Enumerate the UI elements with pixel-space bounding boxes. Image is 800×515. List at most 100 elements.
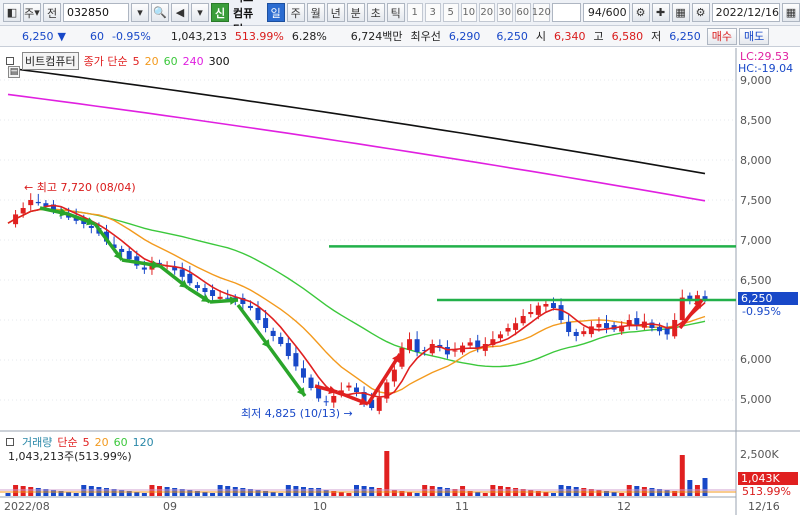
grid-icon[interactable]: ▦ <box>671 3 690 22</box>
market-prefix-label: 주 <box>24 6 35 20</box>
volume-bar <box>391 490 397 496</box>
candle-body <box>285 343 291 356</box>
code-dropdown-icon[interactable]: ▾ <box>131 3 149 22</box>
period-tab-minute[interactable]: 분 <box>346 3 365 22</box>
interval-30[interactable]: 30 <box>496 3 513 22</box>
volume-bar <box>543 492 549 496</box>
candle-body <box>407 339 413 350</box>
sell-button[interactable]: 매도 <box>739 27 770 45</box>
high-annotation: ← 최고 7,720 (08/04) <box>24 181 136 194</box>
interval-1[interactable]: 1 <box>406 3 423 22</box>
candle-body <box>520 316 526 324</box>
interval-3[interactable]: 3 <box>424 3 441 22</box>
legend-stock-name[interactable]: 비트컴퓨터 <box>22 52 79 70</box>
indicator-icon[interactable]: ✚ <box>651 3 670 22</box>
stock-list-dropdown-icon[interactable]: ▾ <box>191 3 209 22</box>
volume-bar <box>414 493 420 496</box>
sound-icon[interactable]: ◀ <box>171 3 189 22</box>
candle-body <box>376 397 382 411</box>
x-axis-tick: 2022/08 <box>4 500 50 513</box>
period-tab-week[interactable]: 주 <box>286 3 305 22</box>
volume-legend-box-icon[interactable] <box>6 438 14 446</box>
candle-body <box>179 269 185 277</box>
interval-120[interactable]: 120 <box>532 3 551 22</box>
candle-body <box>323 401 329 403</box>
search-icon[interactable]: 🔍 <box>151 3 169 22</box>
trade-amount: 6,724백만 <box>350 30 403 43</box>
volume-bar <box>88 486 94 496</box>
interval-5[interactable]: 5 <box>442 3 459 22</box>
candle-body <box>604 323 610 328</box>
volume-bar <box>5 493 11 496</box>
interval-60[interactable]: 60 <box>514 3 531 22</box>
x-axis-tick: 09 <box>163 500 177 513</box>
turnover-rate: 6.28% <box>291 29 327 43</box>
price-axis-tick: 8,500 <box>740 114 772 127</box>
volume-bar <box>687 480 693 496</box>
volume-bar <box>338 492 344 496</box>
interval-20[interactable]: 20 <box>478 3 495 22</box>
candle-body <box>210 290 216 296</box>
buy-button[interactable]: 매수 <box>706 27 738 45</box>
candle-body <box>20 208 26 214</box>
current-pct-tag: -0.95% <box>742 305 781 318</box>
current-volume-pct: 513.99% <box>742 485 791 498</box>
quote-bar: 6,250 ▼ 60 -0.95% 1,043,213 513.99% 6.28… <box>0 26 800 47</box>
volume-bar <box>361 486 367 496</box>
candle-body <box>528 312 534 315</box>
candle-body <box>452 350 458 352</box>
period-tab-tick[interactable]: 틱 <box>386 3 405 22</box>
candle-body <box>247 305 253 308</box>
volume-legend-ma-120: 120 <box>132 435 154 449</box>
candle-body <box>596 324 602 328</box>
chart-settings-icon[interactable]: ⚙ <box>631 3 650 22</box>
x-axis-tick: 11 <box>455 500 469 513</box>
volume-bar <box>50 490 56 496</box>
collapse-icon[interactable]: ▤ <box>8 66 20 78</box>
calendar-icon[interactable]: ▦ <box>782 3 800 22</box>
market-prefix-select[interactable]: 주 ▾ <box>23 3 41 22</box>
candle-body <box>126 251 132 260</box>
current-price-tag: 6,250 <box>738 292 798 305</box>
price-change-pct: -0.95% <box>111 29 151 43</box>
volume-bar <box>323 490 329 496</box>
candle-body <box>391 369 397 382</box>
volume-bar <box>429 486 435 496</box>
period-tab-month[interactable]: 월 <box>306 3 325 22</box>
candle-body <box>573 332 579 336</box>
custom-interval-input[interactable] <box>551 3 582 22</box>
volume-bar <box>225 486 231 496</box>
candle-body <box>414 339 420 352</box>
legend-box-icon[interactable] <box>6 57 14 65</box>
toolbar: ◧ 주▾ 전 ▾ 🔍 ◀ ▾ 신 비트컴퓨터 일 주 월 년 분 초 틱 1 3… <box>0 0 800 36</box>
interval-10[interactable]: 10 <box>460 3 477 22</box>
volume-bar <box>73 493 79 496</box>
candle-body <box>657 327 663 332</box>
data-count-combo[interactable]: 94/600 <box>583 3 630 22</box>
volume-legend-ma-5: 5 <box>82 435 90 449</box>
volume-bar <box>157 486 163 496</box>
volume-bar <box>66 492 72 496</box>
volume-bar <box>346 493 352 496</box>
candle-body <box>278 336 284 344</box>
period-tab-year[interactable]: 년 <box>326 3 345 22</box>
window-menu-icon[interactable]: ◧ <box>3 3 21 22</box>
period-tab-day[interactable]: 일 <box>266 3 285 22</box>
candle-body <box>543 304 549 307</box>
period-tab-second[interactable]: 초 <box>366 3 385 22</box>
date-picker[interactable]: 2022/12/16 <box>711 3 780 22</box>
current-price: 6,250 <box>22 29 54 43</box>
price-legend: 비트컴퓨터 종가 단순 5 20 60 240 300 <box>6 52 230 70</box>
candle-body <box>354 387 359 392</box>
candle-body <box>187 273 193 284</box>
stock-code-input[interactable] <box>63 3 129 22</box>
prev-button[interactable]: 전 <box>43 3 61 22</box>
candle-body <box>513 323 519 330</box>
candle-body <box>308 377 314 388</box>
gear-icon[interactable]: ⚙ <box>691 3 710 22</box>
candle-body <box>141 267 147 270</box>
low-annotation-text: 최저 4,825 (10/13) <box>241 407 341 420</box>
volume-bar <box>497 486 503 496</box>
candle-body <box>225 297 231 299</box>
candle-body <box>270 330 276 336</box>
